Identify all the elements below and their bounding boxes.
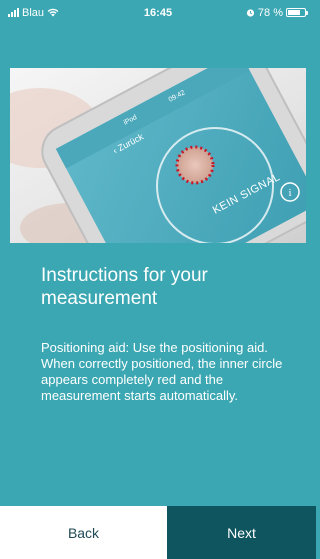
carrier-name: Blau [22,6,45,19]
phone-info-glyph: i [288,187,291,199]
status-time: 16:45 [143,6,173,19]
next-button[interactable]: Next [167,506,316,559]
back-button[interactable]: Back [0,506,167,559]
alarm-icon [246,9,255,17]
status-left: Blau [8,7,59,19]
battery-icon [286,8,308,17]
status-bar: Blau 16:45 78 % [0,0,316,25]
battery-percentage: 78 % [257,6,283,19]
cellular-signal-icon [8,8,19,17]
bottom-navigation: Back Next [0,506,316,559]
wifi-icon [47,8,59,17]
phone-photo-illustration: iPod 09:42 ‹ Zurück KEIN SIGNAL i [10,68,306,243]
instructions-panel: Instructions for your measurement Positi… [10,243,306,505]
battery-level-fill [288,10,301,15]
instruction-photo: iPod 09:42 ‹ Zurück KEIN SIGNAL i [10,68,306,243]
status-right: 78 % [246,6,308,19]
instructions-body: Positioning aid: Use the positioning aid… [41,340,283,403]
instructions-title: Instructions for your measurement [41,265,208,309]
